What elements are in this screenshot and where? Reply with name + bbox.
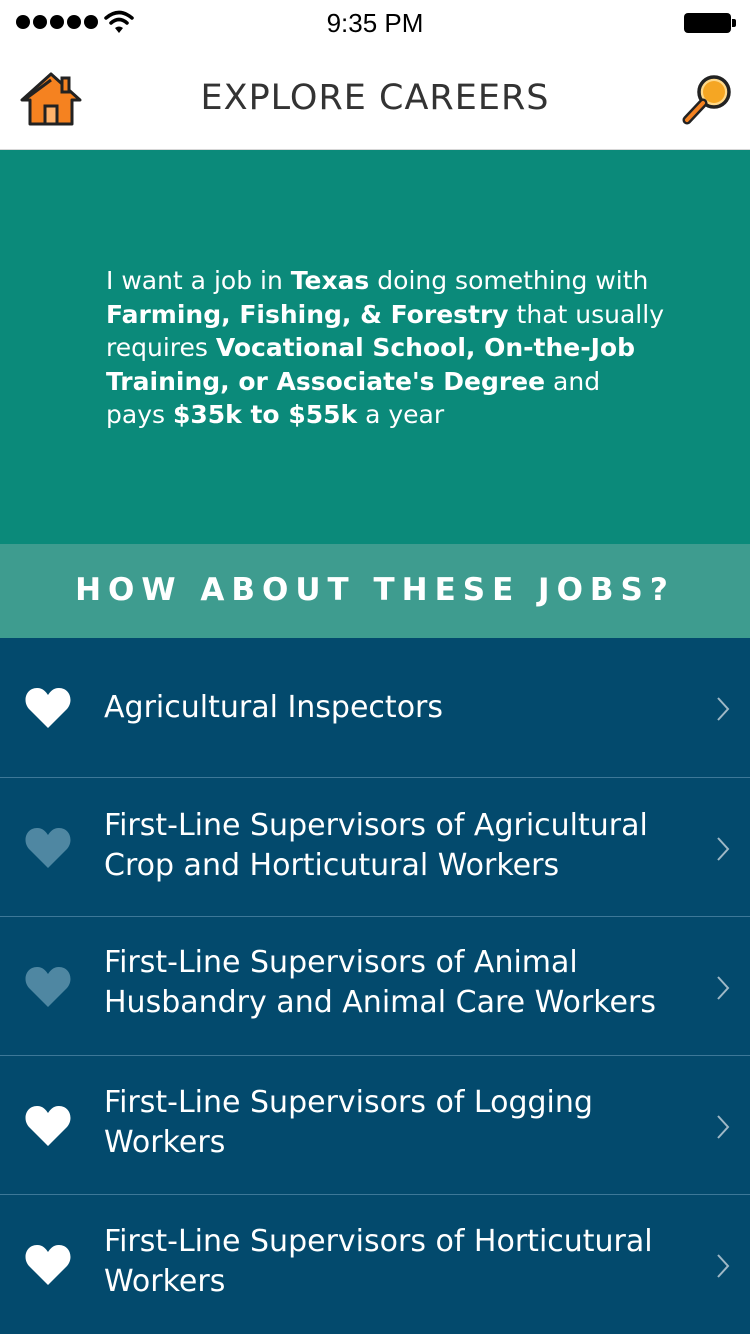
- chevron-right-icon: [717, 1254, 730, 1278]
- job-title-line: Workers: [104, 1264, 226, 1299]
- job-title-line: First-Line Supervisors of Animal: [104, 945, 578, 980]
- job-title-line: Husbandry and Animal Care Workers: [104, 985, 656, 1020]
- job-row[interactable]: First-Line Supervisors of Horticutural W…: [0, 1194, 750, 1333]
- job-title-line: Crop and Horticutural Workers: [104, 848, 560, 883]
- job-title: Agricultural Inspectors: [104, 688, 694, 728]
- job-title-line: Workers: [104, 1125, 226, 1160]
- heart-icon[interactable]: [24, 1104, 72, 1148]
- heart-icon[interactable]: [24, 965, 72, 1009]
- job-row[interactable]: First-Line Supervisors of Logging Worker…: [0, 1055, 750, 1194]
- chevron-right-icon: [717, 976, 730, 1000]
- job-row[interactable]: First-Line Supervisors of Agricultural C…: [0, 777, 750, 916]
- status-bar: 9:35 PM: [0, 0, 750, 48]
- criteria-field: Farming, Fishing, & Forestry: [106, 299, 509, 329]
- criteria-summary[interactable]: I want a job in Texas doing something wi…: [106, 264, 666, 432]
- job-list: Agricultural Inspectors First-Line Super…: [0, 638, 750, 1334]
- section-title: HOW ABOUT THESE JOBS?: [75, 572, 675, 608]
- section-header: HOW ABOUT THESE JOBS?: [0, 544, 750, 638]
- job-title: First-Line Supervisors of Logging Worker…: [104, 1083, 694, 1163]
- criteria-salary: $35k to $55k: [172, 400, 358, 429]
- status-time: 9:35 PM: [326, 8, 424, 38]
- criteria-text-part: I want a job in: [106, 266, 291, 295]
- page-title: EXPLORE CAREERS: [200, 78, 550, 118]
- search-criteria-panel: I want a job in Texas doing something wi…: [0, 150, 750, 544]
- job-title: First-Line Supervisors of Horticutural W…: [104, 1222, 694, 1302]
- criteria-text-part: a year: [357, 400, 445, 429]
- chevron-right-icon: [717, 837, 730, 861]
- criteria-location: Texas: [290, 266, 370, 295]
- magnifier-icon[interactable]: [680, 72, 736, 128]
- nav-bar: EXPLORE CAREERS: [0, 48, 750, 150]
- chevron-right-icon: [717, 697, 730, 721]
- heart-icon[interactable]: [24, 686, 72, 730]
- heart-icon[interactable]: [24, 1243, 72, 1287]
- job-title: First-Line Supervisors of Animal Husband…: [104, 943, 694, 1023]
- job-title-line: First-Line Supervisors of Logging: [104, 1085, 593, 1120]
- job-title: First-Line Supervisors of Agricultural C…: [104, 806, 694, 886]
- job-row[interactable]: First-Line Supervisors of Animal Husband…: [0, 916, 750, 1055]
- job-title-line: Agricultural Inspectors: [104, 690, 444, 725]
- job-row[interactable]: Agricultural Inspectors: [0, 638, 750, 777]
- battery-icon: [684, 13, 736, 33]
- job-title-line: First-Line Supervisors of Horticutural: [104, 1224, 653, 1259]
- criteria-text-part: doing something with: [369, 266, 649, 295]
- chevron-right-icon: [717, 1115, 730, 1139]
- job-title-line: First-Line Supervisors of Agricultural: [104, 808, 648, 843]
- heart-icon[interactable]: [24, 826, 72, 870]
